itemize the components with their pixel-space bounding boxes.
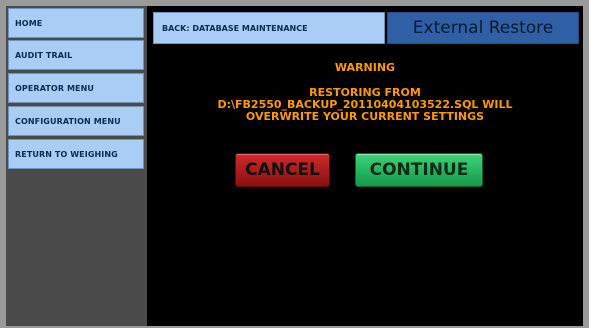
sidebar: HOME AUDIT TRAIL OPERATOR MENU CONFIGURA…	[6, 6, 147, 326]
warning-line-3: OVERWRITE YOUR CURRENT SETTINGS	[245, 110, 485, 123]
page-title: External Restore	[387, 12, 579, 44]
app-frame: HOME AUDIT TRAIL OPERATOR MENU CONFIGURA…	[6, 6, 583, 326]
back-button[interactable]: BACK: DATABASE MAINTENANCE	[153, 12, 385, 44]
sidebar-item-configuration-menu[interactable]: CONFIGURATION MENU	[8, 106, 144, 136]
continue-button[interactable]: CONTINUE	[355, 153, 483, 187]
warning-heading: WARNING	[334, 61, 396, 74]
cancel-button[interactable]: CANCEL	[235, 153, 330, 187]
sidebar-item-audit-trail[interactable]: AUDIT TRAIL	[8, 40, 144, 70]
sidebar-item-home[interactable]: HOME	[8, 8, 144, 38]
sidebar-item-return-to-weighing[interactable]: RETURN TO WEIGHING	[8, 139, 144, 169]
sidebar-item-operator-menu[interactable]: OPERATOR MENU	[8, 73, 144, 103]
